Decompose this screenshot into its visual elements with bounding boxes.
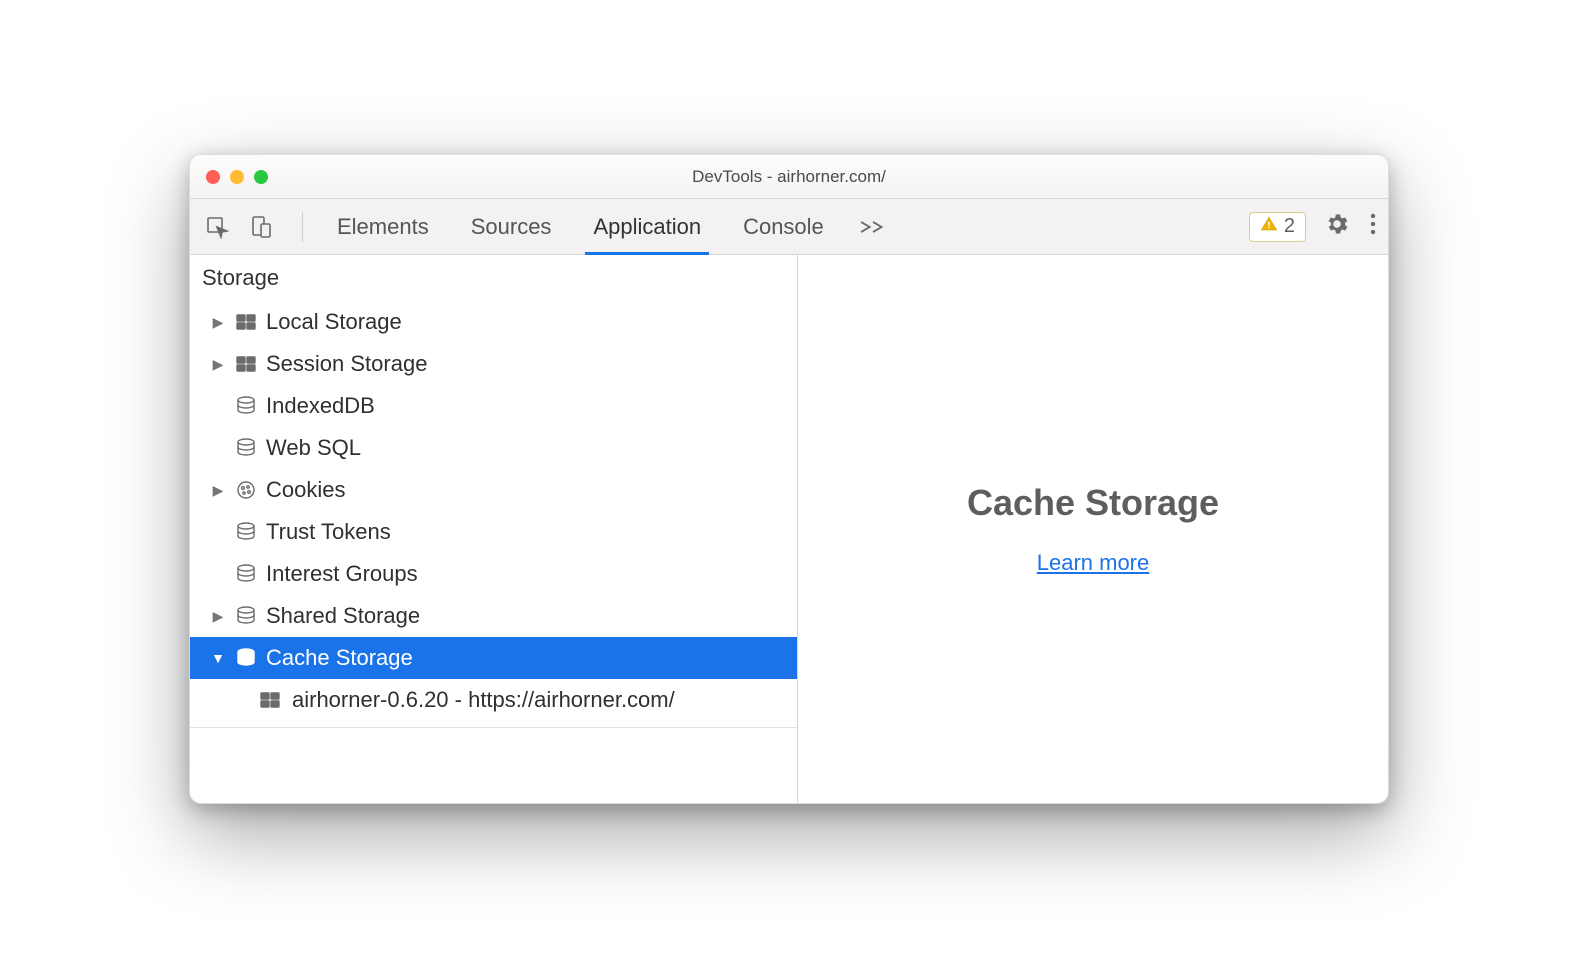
- application-sidebar: Storage ▶ Local Storage ▶ Session Storage In…: [190, 255, 798, 803]
- tree-item-label: Interest Groups: [266, 561, 418, 587]
- database-icon: [232, 521, 260, 543]
- database-icon: [232, 395, 260, 417]
- more-options-icon[interactable]: [1368, 212, 1378, 241]
- database-icon: [232, 563, 260, 585]
- tree-item[interactable]: Web SQL: [190, 427, 797, 469]
- device-toggle-icon[interactable]: [248, 214, 274, 240]
- toolbar-right-group: 2: [1249, 199, 1378, 254]
- close-window-button[interactable]: [206, 170, 220, 184]
- database-icon: [232, 605, 260, 627]
- tab-console[interactable]: Console: [737, 199, 830, 254]
- devtools-window: DevTools - airhorner.com/ Elements Sourc…: [189, 154, 1389, 804]
- settings-icon[interactable]: [1324, 211, 1350, 242]
- tree-item[interactable]: Trust Tokens: [190, 511, 797, 553]
- zoom-window-button[interactable]: [254, 170, 268, 184]
- tree-item[interactable]: ▶ Session Storage: [190, 343, 797, 385]
- tree-item[interactable]: ▼ Cache Storage: [190, 637, 797, 679]
- disclosure-arrow-icon: ▶: [210, 314, 226, 331]
- pane-heading: Cache Storage: [967, 482, 1219, 524]
- tree-item-label: Shared Storage: [266, 603, 420, 629]
- panel-tabs: Elements Sources Application Console: [331, 199, 830, 254]
- inspect-element-icon[interactable]: [204, 214, 230, 240]
- tree-item-label: airhorner-0.6.20 - https://airhorner.com…: [292, 687, 675, 713]
- grid-icon: [232, 311, 260, 333]
- tree-item[interactable]: airhorner-0.6.20 - https://airhorner.com…: [190, 679, 797, 721]
- tree-item-label: Trust Tokens: [266, 519, 391, 545]
- sidebar-section-title: Storage: [190, 255, 797, 301]
- tree-item-label: IndexedDB: [266, 393, 375, 419]
- panel-body: Storage ▶ Local Storage ▶ Session Storage In…: [190, 255, 1388, 803]
- disclosure-arrow-icon: ▶: [210, 356, 226, 373]
- tree-item-label: Local Storage: [266, 309, 402, 335]
- warning-icon: [1260, 215, 1278, 239]
- tree-item-label: Web SQL: [266, 435, 361, 461]
- main-pane: Cache Storage Learn more: [798, 255, 1388, 803]
- database-icon: [232, 437, 260, 459]
- toolbar-left-group: [204, 199, 309, 254]
- devtools-toolbar: Elements Sources Application Console 2: [190, 199, 1388, 255]
- window-title: DevTools - airhorner.com/: [190, 167, 1388, 187]
- tab-application[interactable]: Application: [587, 199, 707, 254]
- more-tabs-icon[interactable]: [856, 199, 890, 254]
- tab-elements[interactable]: Elements: [331, 199, 435, 254]
- issues-badge[interactable]: 2: [1249, 212, 1306, 242]
- database-icon: [232, 647, 260, 669]
- disclosure-arrow-icon: ▼: [210, 650, 226, 666]
- traffic-lights: [190, 170, 268, 184]
- tree-item-label: Cookies: [266, 477, 345, 503]
- disclosure-arrow-icon: ▶: [210, 482, 226, 499]
- minimize-window-button[interactable]: [230, 170, 244, 184]
- storage-tree: ▶ Local Storage ▶ Session Storage IndexedDB W…: [190, 301, 797, 728]
- tree-item[interactable]: ▶ Shared Storage: [190, 595, 797, 637]
- tree-item-label: Cache Storage: [266, 645, 413, 671]
- learn-more-link[interactable]: Learn more: [1037, 550, 1150, 576]
- grid-icon: [232, 353, 260, 375]
- cookie-icon: [232, 479, 260, 501]
- disclosure-arrow-icon: ▶: [210, 608, 226, 625]
- titlebar: DevTools - airhorner.com/: [190, 155, 1388, 199]
- tree-item[interactable]: ▶ Cookies: [190, 469, 797, 511]
- toolbar-separator: [302, 212, 303, 242]
- tab-sources[interactable]: Sources: [465, 199, 558, 254]
- tree-item-label: Session Storage: [266, 351, 427, 377]
- tree-item[interactable]: ▶ Local Storage: [190, 301, 797, 343]
- issues-count: 2: [1284, 215, 1295, 238]
- tree-item[interactable]: IndexedDB: [190, 385, 797, 427]
- grid-icon: [256, 689, 284, 711]
- tree-item[interactable]: Interest Groups: [190, 553, 797, 595]
